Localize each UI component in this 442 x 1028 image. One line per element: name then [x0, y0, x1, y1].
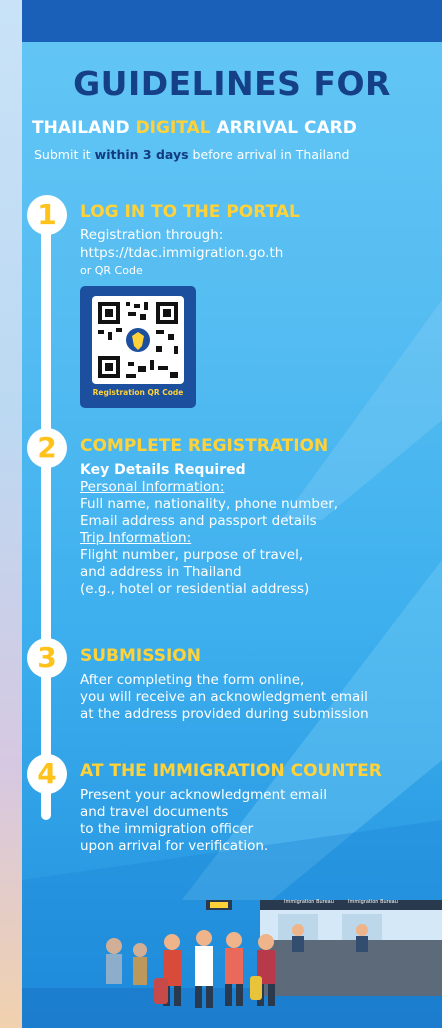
- personal-info-line2: Email address and passport details: [80, 513, 317, 529]
- step-1-number: 1: [37, 198, 57, 231]
- timeline-bar: [41, 200, 51, 820]
- step-3-line3: at the address provided during submissio…: [80, 706, 369, 722]
- step-2-heading: COMPLETE REGISTRATION: [80, 436, 329, 456]
- step-1-line1: Registration through:: [80, 227, 224, 243]
- tagline-bold: within 3 days: [94, 147, 189, 162]
- tagline-suffix: before arrival in Thailand: [188, 147, 350, 162]
- blurred-backdrop: [0, 0, 22, 1028]
- trip-info-line2: and address in Thailand: [80, 564, 242, 580]
- personal-info-label: Personal Information:: [80, 479, 225, 495]
- submission-tagline: Submit it within 3 days before arrival i…: [34, 147, 442, 162]
- step-4-number: 4: [37, 757, 57, 790]
- subtitle-part2: ARRIVAL CARD: [210, 118, 357, 138]
- trip-info-line1: Flight number, purpose of travel,: [80, 547, 304, 563]
- personal-info-line1: Full name, nationality, phone number,: [80, 496, 339, 512]
- portal-link[interactable]: https://tdac.immigration.go.th: [80, 245, 283, 262]
- step-3-number: 3: [37, 641, 57, 674]
- step-1-line3: or QR Code: [80, 264, 143, 277]
- immigration-sign-1: Immigration Bureau: [284, 899, 334, 905]
- page: GUIDELINES FOR THAILAND DIGITAL ARRIVAL …: [0, 0, 442, 1028]
- trip-info-label: Trip Information:: [80, 530, 192, 546]
- step-4-number-badge: 4: [27, 754, 67, 794]
- step-3-number-badge: 3: [27, 638, 67, 678]
- subtitle-digital: DIGITAL: [135, 118, 211, 138]
- immigration-sign-2: Immigration Bureau: [348, 899, 398, 905]
- qr-code-icon: [98, 302, 178, 378]
- qr-code-card[interactable]: Registration QR Code: [80, 286, 196, 408]
- step-2-number: 2: [37, 431, 57, 464]
- step-2-number-badge: 2: [27, 428, 67, 468]
- qr-caption: Registration QR Code: [92, 388, 184, 397]
- tagline-prefix: Submit it: [34, 147, 95, 162]
- step-4-line1: Present your acknowledgment email: [80, 787, 327, 803]
- step-4-line4: upon arrival for verification.: [80, 838, 269, 854]
- step-4-line3: to the immigration officer: [80, 821, 254, 837]
- step-3-line2: you will receive an acknowledgment email: [80, 689, 368, 705]
- step-1-number-badge: 1: [27, 195, 67, 235]
- subtitle-part1: THAILAND: [32, 118, 136, 138]
- qr-code: [92, 296, 184, 384]
- step-3-heading: SUBMISSION: [80, 646, 201, 666]
- immigration-counter-illustration: [22, 900, 442, 1028]
- page-subtitle: THAILAND DIGITAL ARRIVAL CARD: [32, 118, 442, 138]
- step-1-heading: LOG IN TO THE PORTAL: [80, 202, 300, 222]
- step-4-line2: and travel documents: [80, 804, 229, 820]
- step-4-heading: AT THE IMMIGRATION COUNTER: [80, 761, 382, 781]
- trip-info-line3: (e.g., hotel or residential address): [80, 581, 310, 597]
- step-3-line1: After completing the form online,: [80, 672, 305, 688]
- tdac-guideline-poster: GUIDELINES FOR THAILAND DIGITAL ARRIVAL …: [22, 0, 442, 1028]
- key-details-label: Key Details Required: [80, 462, 246, 478]
- page-title: GUIDELINES FOR: [73, 64, 391, 103]
